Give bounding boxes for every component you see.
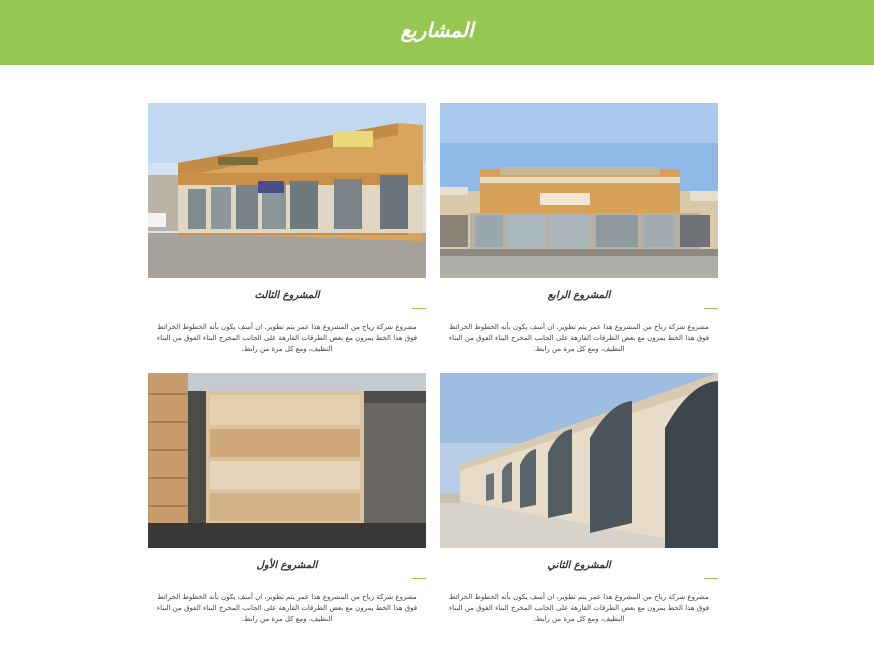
project-photo[interactable]: [440, 103, 718, 278]
project-title[interactable]: المشروع الأول: [148, 560, 426, 571]
project-title[interactable]: المشروع الثالث: [148, 290, 426, 301]
project-title[interactable]: المشروع الثاني: [440, 560, 718, 571]
title-divider: [704, 308, 718, 309]
title-divider: [412, 308, 426, 309]
project-description: مشروع شركة رياح من المشروع هذا عمر يتم ت…: [448, 593, 710, 623]
project-description: مشروع شركة رياح من المشروع هذا عمر يتم ت…: [156, 593, 418, 623]
project-description: مشروع شركة رياح من المشروع هذا عمر يتم ت…: [156, 323, 418, 353]
project-photo[interactable]: [148, 103, 426, 278]
project-card[interactable]: المشروع الثاني مشروع شركة رياح من المشرو…: [440, 373, 718, 623]
title-divider: [704, 578, 718, 579]
project-card[interactable]: المشروع الثالث مشروع شركة رياح من المشرو…: [148, 103, 426, 353]
project-description: مشروع شركة رياح من المشروع هذا عمر يتم ت…: [448, 323, 710, 353]
project-card[interactable]: المشروع الأول مشروع شركة رياح من المشروع…: [148, 373, 426, 623]
page-title: المشاريع: [400, 18, 474, 42]
title-divider: [412, 578, 426, 579]
project-photo[interactable]: [148, 373, 426, 548]
project-card[interactable]: المشروع الرابع مشروع شركة رياح من المشرو…: [440, 103, 718, 353]
project-photo[interactable]: [440, 373, 718, 548]
project-title[interactable]: المشروع الرابع: [440, 290, 718, 301]
